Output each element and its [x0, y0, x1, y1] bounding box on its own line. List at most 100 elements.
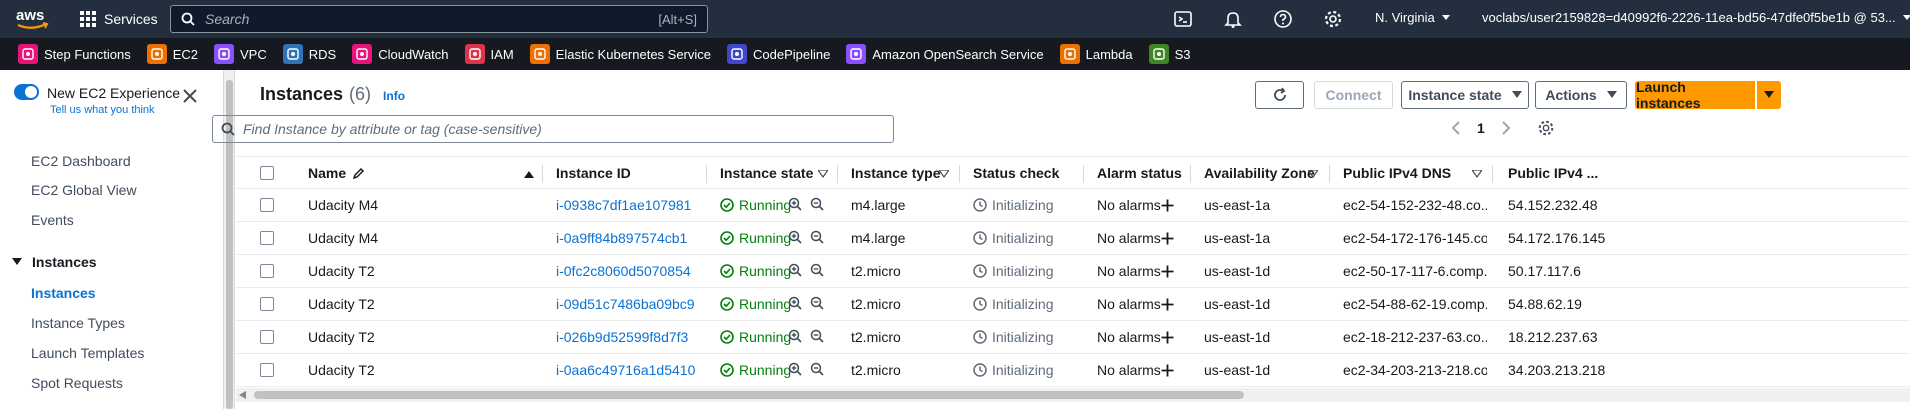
- actions-button[interactable]: Actions: [1535, 81, 1627, 109]
- launch-instances-button[interactable]: Launch instances: [1635, 79, 1755, 111]
- table-row[interactable]: Udacity T2 i-0fc2c8060d5070854 Running t2.m…: [236, 255, 1910, 288]
- zoom-in-icon[interactable]: [788, 296, 802, 310]
- scroll-left-icon[interactable]: [239, 391, 246, 399]
- horizontal-scrollbar[interactable]: [236, 388, 1910, 402]
- services-menu[interactable]: Services: [80, 8, 158, 30]
- zoom-out-icon[interactable]: [810, 362, 824, 376]
- sidebar-item-ec2-dashboard[interactable]: EC2 Dashboard: [31, 153, 131, 169]
- instance-id-link[interactable]: i-026b9d52599f8d7f3: [556, 329, 688, 345]
- column-header-status-check[interactable]: Status check: [973, 165, 1059, 181]
- favorite-lambda[interactable]: Lambda: [1059, 44, 1133, 64]
- instance-id-link[interactable]: i-0938c7df1ae107981: [556, 197, 691, 213]
- feedback-link[interactable]: Tell us what you think: [50, 104, 155, 116]
- sidebar-item-events[interactable]: Events: [31, 212, 74, 228]
- zoom-in-icon[interactable]: [788, 362, 802, 376]
- bell-icon[interactable]: [1223, 9, 1243, 29]
- table-row[interactable]: Udacity T2 i-0aa6c49716a1d5410 Running t2.m…: [236, 354, 1910, 387]
- filter-caret-icon[interactable]: [818, 170, 828, 178]
- zoom-in-icon[interactable]: [788, 197, 802, 211]
- add-alarm-icon[interactable]: [1161, 331, 1174, 344]
- instance-id-link[interactable]: i-0fc2c8060d5070854: [556, 263, 691, 279]
- column-header-public-ip[interactable]: Public IPv4 ...: [1508, 165, 1598, 181]
- zoom-out-icon[interactable]: [810, 296, 824, 310]
- column-header-name[interactable]: Name: [308, 165, 365, 181]
- column-header-instance-state[interactable]: Instance state: [720, 165, 813, 181]
- zoom-in-icon[interactable]: [788, 263, 802, 277]
- favorite-s3[interactable]: S3: [1148, 44, 1191, 64]
- add-alarm-icon[interactable]: [1161, 298, 1174, 311]
- add-alarm-icon[interactable]: [1161, 364, 1174, 377]
- row-checkbox[interactable]: [260, 330, 274, 344]
- favorite-rds[interactable]: RDS: [282, 44, 336, 64]
- column-header-availability-zone[interactable]: Availability Zone: [1204, 165, 1315, 181]
- page-number[interactable]: 1: [1477, 120, 1485, 136]
- instance-id-link[interactable]: i-0aa6c49716a1d5410: [556, 362, 695, 378]
- favorite-step-functions[interactable]: Step Functions: [18, 44, 131, 64]
- cloudshell-icon[interactable]: [1173, 9, 1193, 29]
- zoom-out-icon[interactable]: [810, 329, 824, 343]
- table-row[interactable]: Udacity T2 i-09d51c7486ba09bc9 Running t2.m…: [236, 288, 1910, 321]
- favorite-codepipeline[interactable]: CodePipeline: [727, 44, 830, 64]
- aws-logo[interactable]: aws: [14, 5, 54, 33]
- zoom-out-icon[interactable]: [810, 230, 824, 244]
- sidebar-item-ec2-global-view[interactable]: EC2 Global View: [31, 182, 137, 198]
- table-row[interactable]: Udacity T2 i-026b9d52599f8d7f3 Running t2.m…: [236, 321, 1910, 354]
- favorite-eks[interactable]: Elastic Kubernetes Service: [529, 44, 711, 64]
- account-menu[interactable]: voclabs/user2159828=d40992f6-2226-11ea-b…: [1482, 10, 1910, 25]
- instance-filter[interactable]: [212, 115, 894, 143]
- refresh-button[interactable]: [1255, 81, 1304, 109]
- column-header-instance-id[interactable]: Instance ID: [556, 165, 631, 181]
- sidebar-item-launch-templates[interactable]: Launch Templates: [31, 345, 144, 361]
- add-alarm-icon[interactable]: [1161, 199, 1174, 212]
- sort-ascending-icon[interactable]: [524, 170, 534, 178]
- favorite-cloudwatch[interactable]: CloudWatch: [352, 44, 449, 64]
- filter-caret-icon[interactable]: [939, 170, 949, 178]
- zoom-out-icon[interactable]: [810, 263, 824, 277]
- close-icon[interactable]: [182, 88, 198, 104]
- zoom-in-icon[interactable]: [788, 329, 802, 343]
- sidebar-item-instance-types[interactable]: Instance Types: [31, 315, 125, 331]
- global-search[interactable]: [Alt+S]: [170, 5, 708, 33]
- row-checkbox[interactable]: [260, 198, 274, 212]
- region-selector[interactable]: N. Virginia: [1375, 10, 1451, 25]
- row-checkbox[interactable]: [260, 363, 274, 377]
- connect-button[interactable]: Connect: [1314, 81, 1393, 109]
- chevron-left-icon[interactable]: [1451, 121, 1461, 135]
- table-row[interactable]: Udacity M4 i-0938c7df1ae107981 Running m4.l…: [236, 189, 1910, 222]
- instance-count: (6): [349, 84, 372, 104]
- sidebar-item-spot-requests[interactable]: Spot Requests: [31, 375, 123, 391]
- add-alarm-icon[interactable]: [1161, 265, 1174, 278]
- filter-input[interactable]: [243, 121, 885, 137]
- settings-gear-icon[interactable]: [1323, 9, 1343, 29]
- select-all-checkbox[interactable]: [260, 166, 274, 180]
- new-experience-toggle[interactable]: [14, 84, 39, 100]
- row-checkbox[interactable]: [260, 264, 274, 278]
- preferences-gear-icon[interactable]: [1537, 119, 1555, 137]
- instance-id-link[interactable]: i-0a9ff84b897574cb1: [556, 230, 687, 246]
- favorite-vpc[interactable]: VPC: [214, 44, 267, 64]
- zoom-out-icon[interactable]: [810, 197, 824, 211]
- favorite-iam[interactable]: IAM: [464, 44, 514, 64]
- column-header-public-dns[interactable]: Public IPv4 DNS: [1343, 165, 1451, 181]
- row-checkbox[interactable]: [260, 297, 274, 311]
- help-icon[interactable]: [1273, 9, 1293, 29]
- info-link[interactable]: Info: [383, 89, 405, 103]
- favorite-ec2[interactable]: EC2: [146, 44, 198, 64]
- sidebar-section-instances[interactable]: Instances: [12, 254, 97, 270]
- search-input[interactable]: [205, 11, 649, 27]
- launch-instances-dropdown[interactable]: [1757, 81, 1781, 109]
- instance-state-button[interactable]: Instance state: [1401, 81, 1529, 109]
- favorite-opensearch[interactable]: Amazon OpenSearch Service: [846, 44, 1044, 64]
- add-alarm-icon[interactable]: [1161, 232, 1174, 245]
- filter-caret-icon[interactable]: [1472, 170, 1482, 178]
- row-checkbox[interactable]: [260, 231, 274, 245]
- caret-down-icon: [1902, 14, 1910, 22]
- zoom-in-icon[interactable]: [788, 230, 802, 244]
- filter-caret-icon[interactable]: [1308, 170, 1318, 178]
- table-row[interactable]: Udacity M4 i-0a9ff84b897574cb1 Running m4.l…: [236, 222, 1910, 255]
- sidebar-item-instances[interactable]: Instances: [31, 285, 96, 301]
- column-header-instance-type[interactable]: Instance type: [851, 165, 940, 181]
- instance-id-link[interactable]: i-09d51c7486ba09bc9: [556, 296, 695, 312]
- column-header-alarm-status[interactable]: Alarm status: [1097, 165, 1182, 181]
- chevron-right-icon[interactable]: [1501, 121, 1511, 135]
